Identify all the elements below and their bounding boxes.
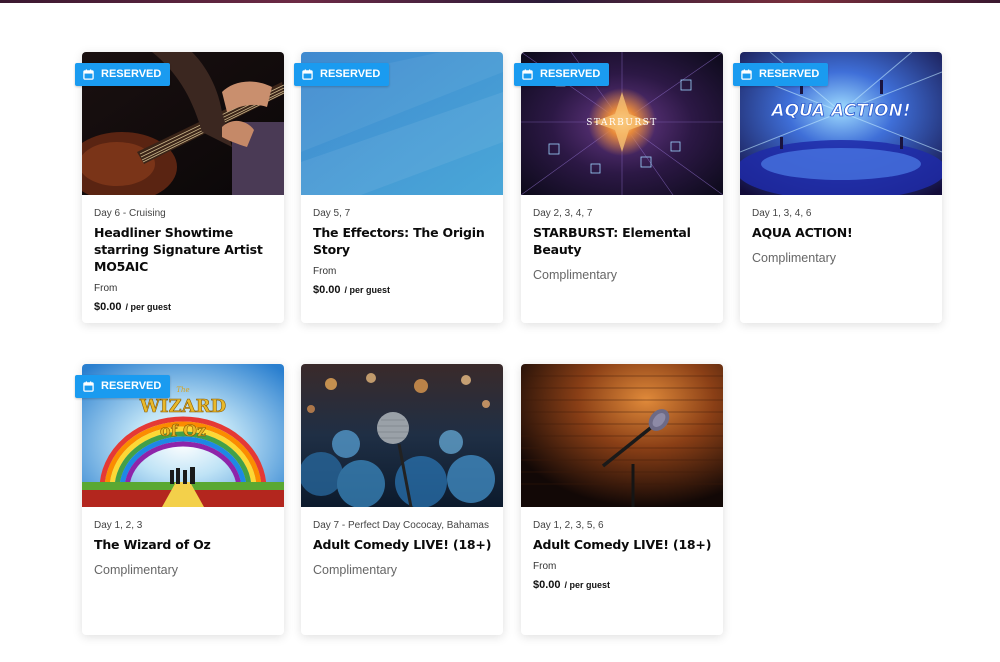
event-days: Day 5, 7 — [313, 208, 351, 219]
event-title[interactable]: Headliner Showtime starring Signature Ar… — [94, 224, 274, 275]
reserved-badge: RESERVED — [75, 375, 171, 398]
event-price: $0.00/ per guest — [94, 301, 274, 314]
event-card[interactable]: STARBURST RESERVED Day 2, 3, 4, 7 STARBU… — [514, 52, 723, 323]
price-amount: $0.00 — [313, 284, 341, 296]
event-image-microphone-crowd[interactable] — [301, 364, 503, 507]
event-days: Day 6 - Cruising — [94, 208, 166, 219]
reserved-badge: RESERVED — [733, 63, 829, 86]
complimentary-label: Complimentary — [313, 563, 398, 577]
from-label: From — [533, 561, 557, 572]
calendar-icon — [741, 69, 752, 80]
price-amount: $0.00 — [533, 579, 561, 591]
event-card[interactable]: Day 1, 2, 3, 5, 6 Adult Comedy LIVE! (18… — [521, 364, 723, 635]
hero-image-strip — [0, 0, 1000, 3]
image-title-text: STARBURST — [586, 118, 658, 128]
calendar-icon — [83, 69, 94, 80]
reserved-badge: RESERVED — [294, 63, 390, 86]
event-days: Day 7 - Perfect Day Cococay, Bahamas — [313, 520, 489, 531]
calendar-icon — [83, 381, 94, 392]
event-title[interactable]: The Effectors: The Origin Story — [313, 224, 493, 258]
complimentary-label: Complimentary — [94, 563, 179, 577]
event-card[interactable]: Day 7 - Perfect Day Cococay, Bahamas Adu… — [301, 364, 503, 635]
price-unit: / per guest — [344, 285, 391, 295]
event-price: $0.00/ per guest — [533, 579, 713, 592]
event-title[interactable]: Adult Comedy LIVE! (18+) — [533, 536, 713, 553]
event-days: Day 1, 2, 3 — [94, 520, 143, 531]
event-title[interactable]: STARBURST: Elemental Beauty — [533, 224, 713, 258]
price-amount: $0.00 — [94, 301, 122, 313]
badge-label: RESERVED — [320, 68, 381, 80]
calendar-icon — [522, 69, 533, 80]
badge-label: RESERVED — [759, 68, 820, 80]
event-card[interactable]: AQUA ACTION! RESERVED Day 1, 3, 4, 6 AQU… — [733, 52, 942, 323]
event-days: Day 2, 3, 4, 7 — [533, 208, 593, 219]
event-title[interactable]: The Wizard of Oz — [94, 536, 274, 553]
event-card[interactable]: The WIZARD of Oz RESERVED Day 1, 2, 3 Th… — [75, 364, 284, 635]
price-unit: / per guest — [564, 580, 611, 590]
image-title-text: AQUA ACTION! — [769, 101, 910, 121]
badge-label: RESERVED — [101, 380, 162, 392]
reserved-badge: RESERVED — [514, 63, 610, 86]
complimentary-label: Complimentary — [533, 268, 618, 282]
from-label: From — [313, 266, 337, 277]
event-card[interactable]: RESERVED Day 6 - Cruising Headliner Show… — [75, 52, 284, 323]
reserved-badge: RESERVED — [75, 63, 171, 86]
badge-label: RESERVED — [540, 68, 601, 80]
image-title-sub: of Oz — [160, 421, 206, 440]
event-price: $0.00/ per guest — [313, 284, 493, 297]
event-days: Day 1, 2, 3, 5, 6 — [533, 520, 604, 531]
badge-label: RESERVED — [101, 68, 162, 80]
image-title-text: WIZARD — [139, 396, 226, 417]
calendar-icon — [302, 69, 313, 80]
image-title-small: The — [176, 386, 189, 394]
from-label: From — [94, 283, 118, 294]
event-title[interactable]: Adult Comedy LIVE! (18+) — [313, 536, 493, 553]
complimentary-label: Complimentary — [752, 251, 837, 265]
price-unit: / per guest — [125, 302, 172, 312]
event-title[interactable]: AQUA ACTION! — [752, 224, 932, 241]
event-image-microphone-brick-wall[interactable] — [521, 364, 723, 507]
event-days: Day 1, 3, 4, 6 — [752, 208, 812, 219]
event-card[interactable]: RESERVED Day 5, 7 The Effectors: The Ori… — [294, 52, 503, 323]
